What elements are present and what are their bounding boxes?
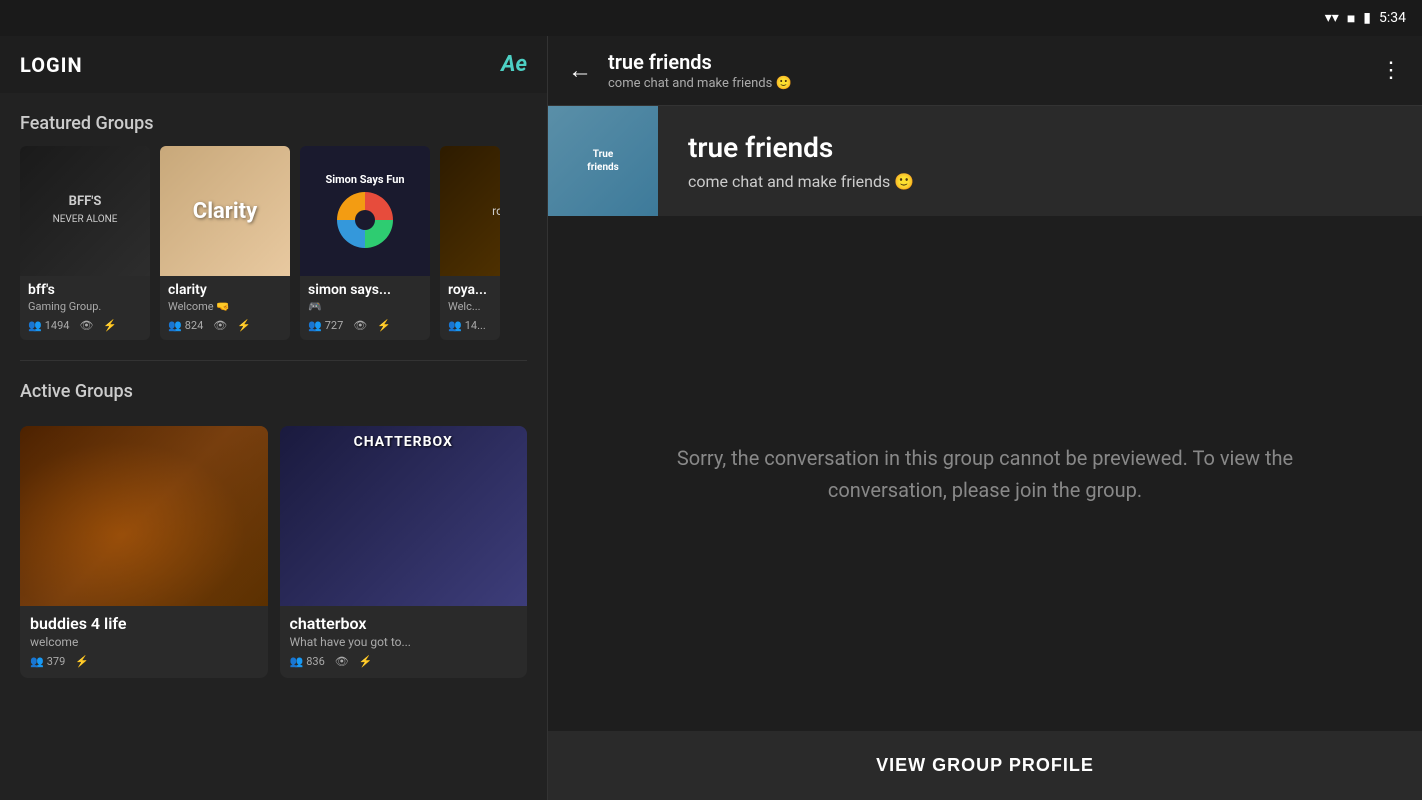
view-group-profile-button[interactable]: VIEW GROUP PROFILE [548,731,1422,800]
bffs-members: 👥 1494 [28,319,69,332]
bffs-name: bff's [28,282,142,298]
eye-icon: 👁 [353,319,367,332]
chatterbox-activity: ⚡ [359,655,373,668]
flash-icon: ⚡ [237,319,251,332]
eye-icon: 👁 [335,655,349,668]
chatterbox-views: 👁 [335,655,349,668]
simon-name: simon says... [308,282,422,298]
battery-icon: ▮ [1363,10,1371,26]
left-header: LOGIN Ae [0,36,547,93]
buddies-members: 👥 379 [30,655,65,668]
back-button[interactable]: ← [568,56,592,85]
members-icon: 👥 [448,319,462,332]
left-panel: LOGIN Ae Featured Groups BFF'SNEVER ALON… [0,36,548,800]
active-card-chatterbox-img: CHATTERBOX [280,426,528,606]
active-card-buddies[interactable]: buddies 4 life welcome 👥 379 ⚡ [20,426,268,678]
clarity-desc: Welcome 🤜 [168,300,282,313]
featured-card-clarity[interactable]: Clarity clarity Welcome 🤜 👥 824 � [160,146,290,340]
simon-stats: 👥 727 👁 ⚡ [308,319,422,332]
featured-card-simon-img: Simon Says Fun [300,146,430,276]
simon-views: 👁 [353,319,367,332]
group-banner-name: true friends [688,131,914,164]
members-icon: 👥 [290,655,304,668]
featured-card-clarity-info: clarity Welcome 🤜 👥 824 👁 ⚡ [160,276,290,340]
clarity-activity: ⚡ [237,319,251,332]
group-banner-image: Truefriends [548,106,658,216]
active-card-chatterbox[interactable]: CHATTERBOX chatterbox What have you got … [280,426,528,678]
buddies-desc: welcome [30,635,258,649]
right-header: ← true friends come chat and make friend… [548,36,1422,106]
bffs-activity: ⚡ [103,319,117,332]
featured-card-royal-info: roya... Welc... 👥 14... [440,276,500,340]
clarity-stats: 👥 824 👁 ⚡ [168,319,282,332]
group-header-info: true friends come chat and make friends … [608,50,1364,91]
group-subtitle: come chat and make friends 🙂 [608,76,1364,91]
simon-desc: 🎮 [308,300,422,313]
signal-icon: ■ [1347,10,1355,27]
featured-card-simon[interactable]: Simon Says Fun [300,146,430,340]
clarity-views: 👁 [213,319,227,332]
royal-stats: 👥 14... [448,319,492,332]
main-layout: LOGIN Ae Featured Groups BFF'SNEVER ALON… [0,36,1422,800]
status-icons: ▾▾ ■ ▮ 5:34 [1325,10,1406,27]
members-icon: 👥 [168,319,182,332]
message-area: Sorry, the conversation in this group ca… [548,216,1422,731]
active-card-buddies-img [20,426,268,606]
simon-activity: ⚡ [377,319,391,332]
featured-card-bffs[interactable]: BFF'SNEVER ALONE bff's Gaming Group. 👥 1… [20,146,150,340]
members-icon: 👥 [28,319,42,332]
clarity-name: clarity [168,282,282,298]
royal-desc: Welc... [448,300,492,313]
featured-card-clarity-img: Clarity [160,146,290,276]
featured-card-royal[interactable]: royal roya... Welc... 👥 14... [440,146,500,340]
group-banner-text: true friends come chat and make friends … [658,111,944,211]
buddies-activity: ⚡ [75,655,89,668]
flash-icon: ⚡ [103,319,117,332]
status-bar: ▾▾ ■ ▮ 5:34 [0,0,1422,36]
flash-icon: ⚡ [75,655,89,668]
chatterbox-desc: What have you got to... [290,635,518,649]
wifi-icon: ▾▾ [1325,10,1339,26]
featured-card-bffs-img: BFF'SNEVER ALONE [20,146,150,276]
clarity-members: 👥 824 [168,319,203,332]
members-icon: 👥 [30,655,44,668]
chatterbox-stats: 👥 836 👁 ⚡ [290,655,518,668]
right-panel: ← true friends come chat and make friend… [548,36,1422,800]
featured-card-royal-img: royal [440,146,500,276]
featured-groups-list: BFF'SNEVER ALONE bff's Gaming Group. 👥 1… [0,146,547,360]
active-card-buddies-info: buddies 4 life welcome 👥 379 ⚡ [20,606,268,678]
group-title: true friends [608,50,1364,74]
time-display: 5:34 [1379,10,1406,26]
active-groups-grid: buddies 4 life welcome 👥 379 ⚡ [0,414,547,698]
active-card-chatterbox-info: chatterbox What have you got to... 👥 836… [280,606,528,678]
app-title: LOGIN [20,53,83,77]
bffs-desc: Gaming Group. [28,300,142,313]
members-icon: 👥 [308,319,322,332]
featured-card-simon-info: simon says... 🎮 👥 727 👁 ⚡ [300,276,430,340]
left-scroll: Featured Groups BFF'SNEVER ALONE bff's G… [0,93,547,800]
group-banner-desc: come chat and make friends 🙂 [688,172,914,191]
bffs-stats: 👥 1494 👁 ⚡ [28,319,142,332]
featured-groups-title: Featured Groups [0,93,547,146]
group-banner: Truefriends true friends come chat and m… [548,106,1422,216]
preview-message: Sorry, the conversation in this group ca… [635,442,1335,506]
featured-card-bffs-info: bff's Gaming Group. 👥 1494 👁 ⚡ [20,276,150,340]
royal-name: roya... [448,282,492,298]
buddies-stats: 👥 379 ⚡ [30,655,258,668]
more-options-button[interactable]: ⋮ [1380,58,1402,83]
flash-icon: ⚡ [377,319,391,332]
font-icon[interactable]: Ae [501,52,527,77]
buddies-name: buddies 4 life [30,614,258,633]
bffs-views: 👁 [79,319,93,332]
simon-members: 👥 727 [308,319,343,332]
royal-members: 👥 14... [448,319,486,332]
chatterbox-name: chatterbox [290,614,518,633]
eye-icon: 👁 [79,319,93,332]
chatterbox-members: 👥 836 [290,655,325,668]
eye-icon: 👁 [213,319,227,332]
flash-icon: ⚡ [359,655,373,668]
active-groups-title: Active Groups [0,361,547,414]
